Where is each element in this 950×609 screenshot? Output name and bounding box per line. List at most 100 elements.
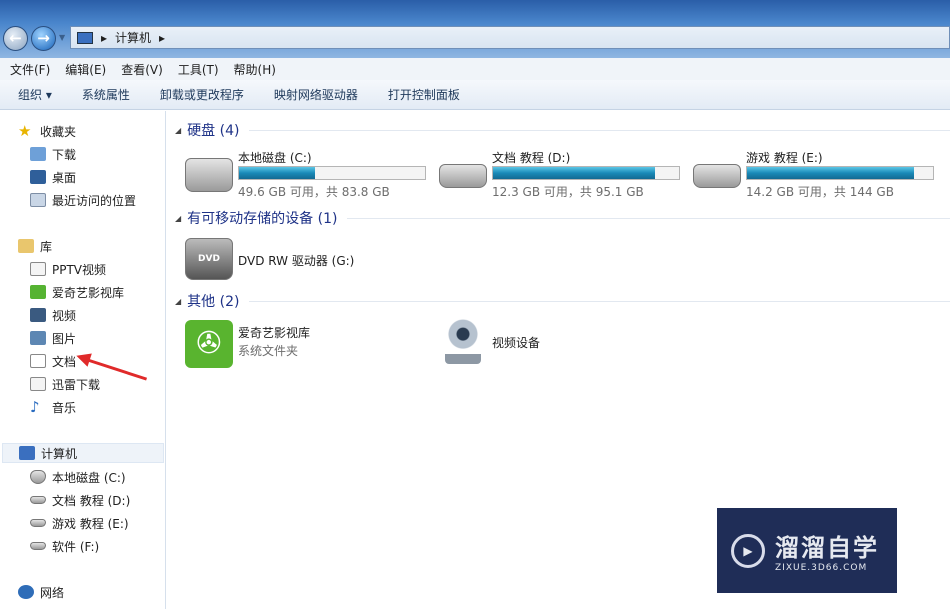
- item-name: 视频设备: [492, 336, 541, 350]
- computer-icon: [77, 31, 93, 44]
- menu-file[interactable]: 文件(F): [10, 61, 50, 78]
- drive-d-tile[interactable]: 文档 教程 (D:) 12.3 GB 可用，共 95.1 GB: [439, 146, 689, 202]
- forward-button[interactable]: →: [31, 26, 56, 51]
- drive-name: 文档 教程 (D:): [492, 151, 571, 165]
- star-icon: ★: [18, 122, 32, 140]
- open-control-panel-button[interactable]: 打开控制面板: [388, 86, 460, 103]
- drive-e-tile[interactable]: 游戏 教程 (E:) 14.2 GB 可用，共 144 GB: [693, 146, 943, 202]
- watermark-title: 溜溜自学: [775, 534, 879, 562]
- usage-bar: [492, 166, 680, 180]
- windows-drive-icon: [185, 158, 233, 192]
- divider: [249, 129, 950, 131]
- music-note-icon: ♪: [30, 398, 40, 416]
- sidebar-favorites[interactable]: ★ 收藏夹: [18, 121, 76, 141]
- divider: [249, 300, 950, 302]
- forward-arrow-icon: →: [37, 29, 50, 47]
- menu-help[interactable]: 帮助(H): [234, 61, 276, 78]
- sidebar-item-downloads[interactable]: 下载: [30, 144, 76, 164]
- dvd-drive-tile[interactable]: DVD DVD RW 驱动器 (G:): [185, 234, 435, 290]
- address-bar[interactable]: ▸ 计算机 ▸: [70, 26, 950, 49]
- drive-name: 游戏 教程 (E:): [746, 151, 823, 165]
- sidebar-item-documents[interactable]: 文档: [30, 351, 76, 371]
- sidebar-item-iqiyi[interactable]: 爱奇艺影视库: [30, 282, 124, 302]
- sidebar-item-pictures[interactable]: 图片: [30, 328, 76, 348]
- collapse-triangle-icon[interactable]: ◢: [175, 126, 181, 135]
- uninstall-program-button[interactable]: 卸载或更改程序: [160, 86, 244, 103]
- drive-capacity: 12.3 GB 可用，共 95.1 GB: [492, 185, 644, 199]
- sidebar-item-drive-e[interactable]: 游戏 教程 (E:): [30, 513, 129, 533]
- sidebar-network[interactable]: 网络: [18, 582, 64, 602]
- iqiyi-icon: [30, 285, 46, 299]
- collapse-triangle-icon[interactable]: ◢: [175, 214, 181, 223]
- menu-tools[interactable]: 工具(T): [178, 61, 219, 78]
- network-icon: [18, 585, 34, 599]
- usage-fill: [493, 167, 655, 179]
- drive-icon: [30, 519, 46, 527]
- drive-name: 本地磁盘 (C:): [238, 151, 312, 165]
- computer-icon: [19, 446, 35, 460]
- document-icon: [30, 354, 46, 368]
- group-header-other[interactable]: ◢ 其他 (2): [175, 291, 950, 311]
- sidebar-item-recent[interactable]: 最近访问的位置: [30, 190, 136, 210]
- usage-fill: [747, 167, 915, 179]
- history-dropdown-icon[interactable]: ▼: [59, 33, 65, 42]
- sidebar-item-music[interactable]: ♪ 音乐: [30, 397, 76, 417]
- drive-icon: [30, 496, 46, 504]
- picture-icon: [30, 331, 46, 345]
- back-arrow-icon: ←: [9, 29, 22, 47]
- menu-bar: 文件(F) 编辑(E) 查看(V) 工具(T) 帮助(H): [0, 58, 950, 80]
- menu-view[interactable]: 查看(V): [121, 61, 163, 78]
- usage-bar: [746, 166, 934, 180]
- sidebar-item-desktop[interactable]: 桌面: [30, 167, 76, 187]
- folder-icon: [30, 377, 46, 391]
- video-device-tile[interactable]: 视频设备: [439, 314, 689, 370]
- sidebar-computer[interactable]: 计算机: [2, 443, 164, 463]
- group-header-removable[interactable]: ◢ 有可移动存储的设备 (1): [175, 208, 950, 228]
- sidebar-item-pptv[interactable]: PPTV视频: [30, 259, 106, 279]
- download-folder-icon: [30, 147, 46, 161]
- command-bar: 组织 ▾ 系统属性 卸载或更改程序 映射网络驱动器 打开控制面板: [0, 80, 950, 110]
- item-name: 爱奇艺影视库: [238, 326, 311, 340]
- sidebar-libraries[interactable]: 库: [18, 236, 52, 256]
- sidebar-item-drive-c[interactable]: 本地磁盘 (C:): [30, 467, 126, 487]
- sidebar-item-drive-f[interactable]: 软件 (F:): [30, 536, 99, 556]
- chevron-right-icon[interactable]: ▸: [159, 31, 165, 45]
- sidebar-item-thunder[interactable]: 迅雷下载: [30, 374, 100, 394]
- usage-fill: [239, 167, 316, 179]
- collapse-triangle-icon[interactable]: ◢: [175, 297, 181, 306]
- desktop-icon: [30, 170, 46, 184]
- organize-button[interactable]: 组织 ▾: [18, 86, 52, 103]
- drive-capacity: 14.2 GB 可用，共 144 GB: [746, 185, 894, 199]
- windows-drive-icon: [30, 470, 46, 484]
- webcam-icon: [445, 318, 481, 364]
- iqiyi-library-tile[interactable]: ✇ 爱奇艺影视库 系统文件夹: [185, 314, 435, 370]
- chevron-right-icon[interactable]: ▸: [101, 31, 107, 45]
- recent-places-icon: [30, 193, 46, 207]
- back-button[interactable]: ←: [3, 26, 28, 51]
- divider: [347, 217, 950, 219]
- play-icon: ▶: [731, 533, 765, 568]
- watermark-url: ZIXUE.3D66.COM: [775, 563, 868, 573]
- drive-icon: [30, 542, 46, 550]
- iqiyi-film-reel-icon: ✇: [185, 320, 233, 368]
- sidebar-item-drive-d[interactable]: 文档 教程 (D:): [30, 490, 130, 510]
- system-properties-button[interactable]: 系统属性: [82, 86, 130, 103]
- drive-c-tile[interactable]: 本地磁盘 (C:) 49.6 GB 可用，共 83.8 GB: [185, 146, 435, 202]
- title-bar: ← → ▼ ▸ 计算机 ▸: [0, 0, 950, 58]
- breadcrumb-computer[interactable]: 计算机: [115, 29, 151, 46]
- watermark-logo: ▶ 溜溜自学 ZIXUE.3D66.COM: [717, 508, 897, 593]
- menu-edit[interactable]: 编辑(E): [65, 61, 106, 78]
- library-icon: [18, 239, 34, 253]
- map-network-drive-button[interactable]: 映射网络驱动器: [274, 86, 358, 103]
- usage-bar: [238, 166, 426, 180]
- item-type: 系统文件夹: [238, 344, 299, 358]
- drive-capacity: 49.6 GB 可用，共 83.8 GB: [238, 185, 390, 199]
- film-icon: [30, 308, 46, 322]
- group-header-hdd[interactable]: ◢ 硬盘 (4): [175, 120, 950, 140]
- sidebar-item-videos[interactable]: 视频: [30, 305, 76, 325]
- drive-icon: [693, 164, 741, 188]
- video-library-icon: [30, 262, 46, 276]
- drive-name: DVD RW 驱动器 (G:): [238, 254, 355, 268]
- dvd-icon: DVD: [185, 238, 233, 280]
- drive-icon: [439, 164, 487, 188]
